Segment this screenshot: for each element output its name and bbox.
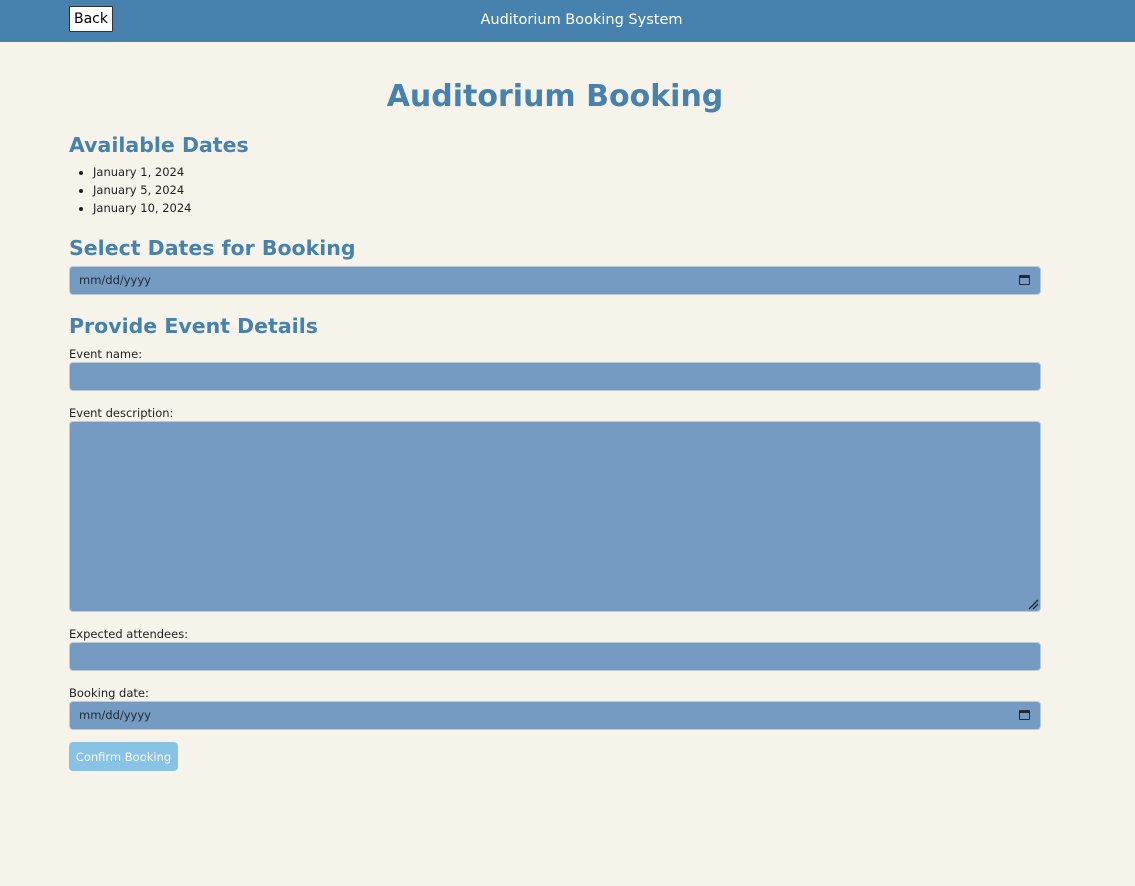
select-dates-heading: Select Dates for Booking xyxy=(69,236,356,260)
available-date-item: January 5, 2024 xyxy=(93,181,191,199)
app-title: Auditorium Booking System xyxy=(480,12,683,28)
select-date-placeholder: mm/dd/yyyy xyxy=(79,273,151,287)
select-date-input[interactable]: mm/dd/yyyy xyxy=(69,266,1041,295)
confirm-booking-button[interactable]: Confirm Booking xyxy=(69,742,178,771)
attendees-label: Expected attendees: xyxy=(69,627,189,641)
available-date-item: January 1, 2024 xyxy=(93,163,191,181)
booking-date-placeholder: mm/dd/yyyy xyxy=(79,708,151,722)
booking-date-label: Booking date: xyxy=(69,686,149,700)
event-name-input[interactable] xyxy=(69,362,1041,391)
attendees-input[interactable] xyxy=(69,642,1041,671)
event-description-textarea[interactable] xyxy=(69,421,1041,612)
resize-handle-icon[interactable] xyxy=(1027,598,1039,610)
page-title: Auditorium Booking xyxy=(386,79,724,114)
calendar-icon[interactable] xyxy=(1019,275,1030,285)
calendar-icon[interactable] xyxy=(1019,710,1030,720)
available-dates-heading: Available Dates xyxy=(69,133,249,157)
top-bar: Back Auditorium Booking System xyxy=(0,0,1135,42)
event-details-heading: Provide Event Details xyxy=(69,314,318,338)
event-description-label: Event description: xyxy=(69,406,174,420)
available-date-item: January 10, 2024 xyxy=(93,199,191,217)
event-name-label: Event name: xyxy=(69,347,143,361)
available-dates-list: January 1, 2024 January 5, 2024 January … xyxy=(69,163,191,217)
booking-date-input[interactable]: mm/dd/yyyy xyxy=(69,701,1041,730)
